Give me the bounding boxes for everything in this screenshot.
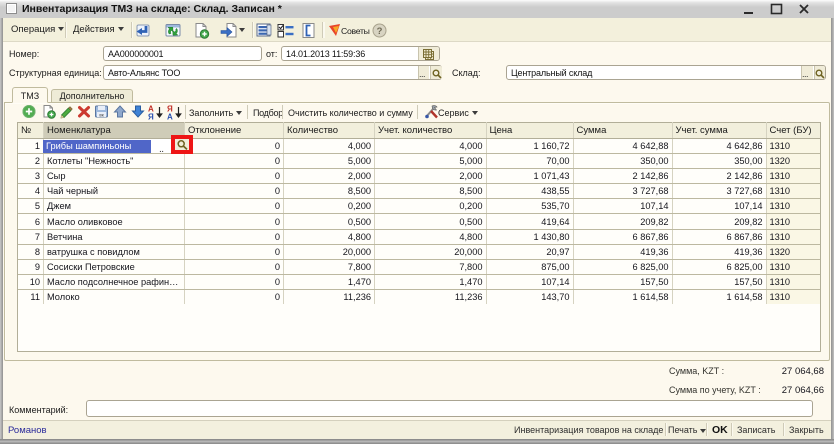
svg-text:Я: Я	[148, 113, 154, 121]
svg-text:вк: вк	[99, 112, 103, 117]
svg-text:?: ?	[377, 26, 383, 37]
svg-text:А: А	[167, 113, 173, 121]
